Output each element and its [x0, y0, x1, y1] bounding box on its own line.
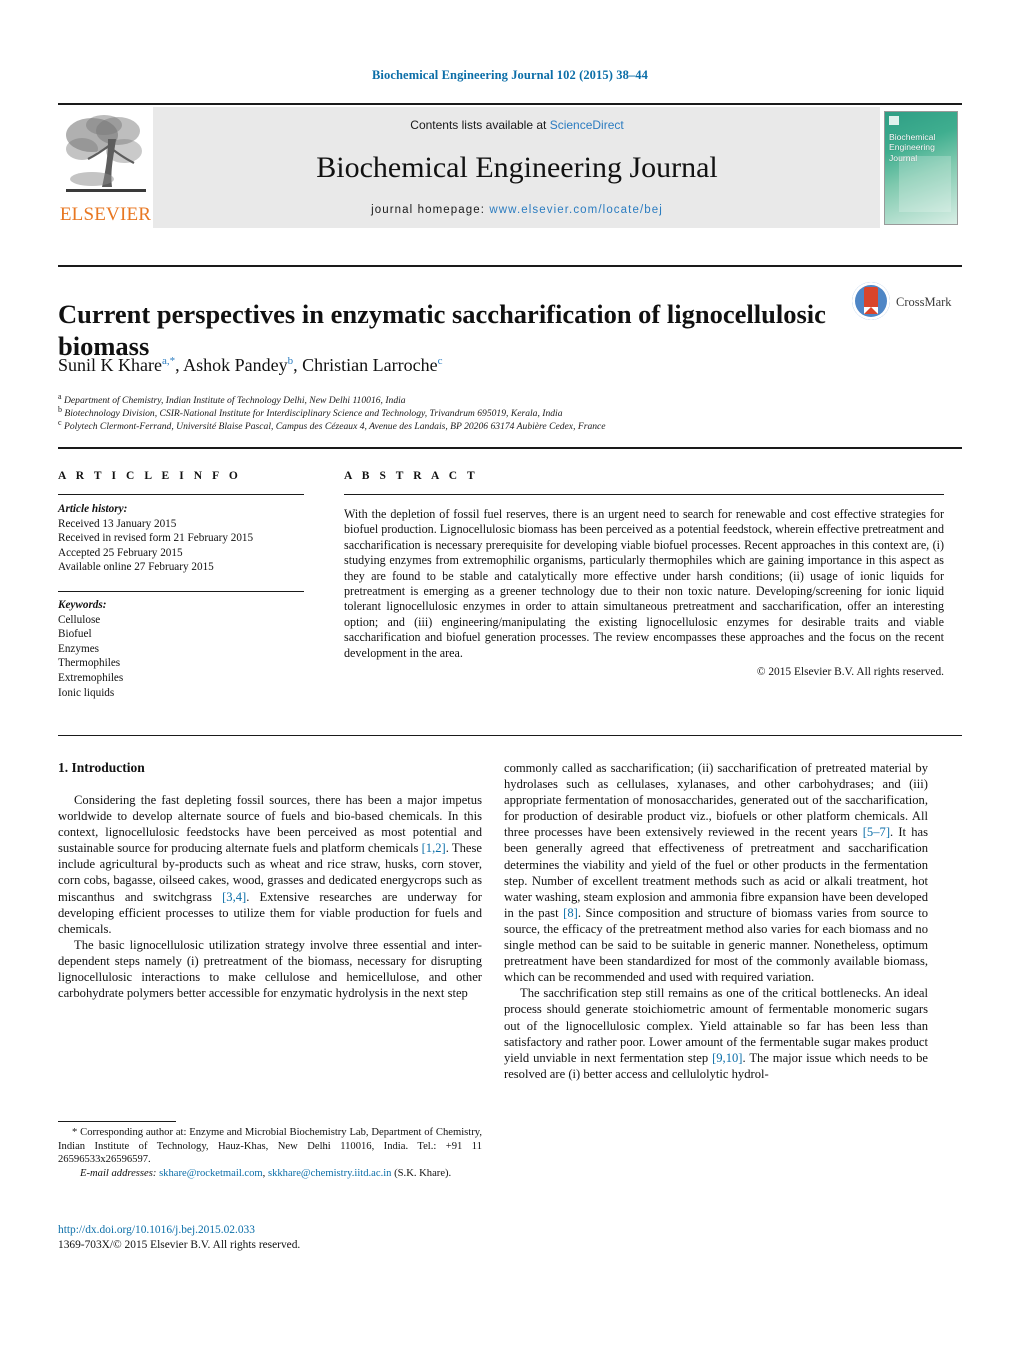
email-link-1[interactable]: skhare@rocketmail.com	[159, 1168, 263, 1179]
keyword-item: Biofuel	[58, 628, 92, 641]
affiliation-mark-a: a	[58, 392, 62, 401]
body-column-right: commonly called as saccharification; (ii…	[504, 760, 928, 1082]
crossmark-badge[interactable]: CrossMark	[852, 282, 956, 322]
contents-available-line: Contents lists available at ScienceDirec…	[154, 118, 880, 132]
abstract-text: With the depletion of fossil fuel reserv…	[344, 507, 944, 660]
footnote-block: * Corresponding author at: Enzyme and Mi…	[58, 1126, 482, 1180]
author-list: Sunil K Kharea,*, Ashok Pandeyb, Christi…	[58, 355, 938, 376]
body-column-left: Considering the fast depleting fossil so…	[58, 792, 482, 1001]
footnote-rule	[58, 1121, 176, 1122]
abstract-body: With the depletion of fossil fuel reserv…	[344, 507, 944, 680]
history-item-revised: Received in revised form 21 February 201…	[58, 532, 254, 545]
citation-link-5-7[interactable]: [5–7]	[863, 825, 890, 839]
article-history-label: Article history:	[58, 503, 128, 515]
paragraph-intro-3: commonly called as saccharification; (ii…	[504, 760, 928, 985]
keyword-item: Cellulose	[58, 613, 101, 626]
affiliation-text-c: Polytech Clermont-Ferrand, Université Bl…	[63, 421, 606, 433]
article-info-heading: A R T I C L E I N F O	[58, 470, 242, 482]
history-item-accepted: Accepted 25 February 2015	[58, 546, 183, 559]
article-history-block: Article history: Received 13 January 201…	[58, 502, 304, 575]
keyword-item: Thermophiles	[58, 657, 121, 670]
elsevier-logo: ELSEVIER	[58, 107, 153, 228]
crossmark-shield-shape	[864, 287, 878, 314]
elsevier-tree-icon	[62, 109, 150, 199]
author-names: Sunil K Kharea,*, Ashok Pandeyb, Christi…	[58, 355, 443, 375]
issn-copyright-line: 1369-703X/© 2015 Elsevier B.V. All right…	[58, 1238, 301, 1251]
journal-masthead: ELSEVIER Contents lists available at Sci…	[58, 103, 962, 228]
cover-title-text: Biochemical Engineering Journal	[889, 131, 936, 163]
citation-link-3-4[interactable]: [3,4]	[222, 890, 246, 904]
citation-link-8[interactable]: [8]	[563, 906, 578, 920]
paragraph-intro-1-part-a: Considering the fast depleting fossil so…	[58, 793, 482, 856]
running-head: Biochemical Engineering Journal 102 (201…	[372, 68, 648, 82]
paragraph-intro-1: Considering the fast depleting fossil so…	[58, 792, 482, 937]
keywords-label: Keywords:	[58, 599, 107, 611]
email-owner: (S.K. Khare).	[394, 1167, 452, 1179]
affiliation-c: c Polytech Clermont-Ferrand, Université …	[58, 416, 948, 434]
history-item-online: Available online 27 February 2015	[58, 561, 214, 574]
section-heading-introduction: 1. Introduction	[58, 760, 145, 775]
cover-panel	[899, 155, 951, 212]
keyword-item: Extremophiles	[58, 671, 124, 684]
homepage-prefix: journal homepage:	[371, 204, 490, 216]
corresponding-author-text: Corresponding author at: Enzyme and Micr…	[58, 1127, 482, 1166]
masthead-center: Contents lists available at ScienceDirec…	[153, 107, 880, 228]
citation-link-9-10[interactable]: [9,10]	[712, 1051, 742, 1065]
keywords-block: Keywords: Cellulose Biofuel Enzymes Ther…	[58, 598, 304, 700]
page-title: Current perspectives in enzymatic saccha…	[58, 298, 826, 361]
keyword-item: Enzymes	[58, 642, 100, 655]
history-item-received: Received 13 January 2015	[58, 517, 177, 530]
email-label: E-mail addresses:	[80, 1167, 157, 1179]
journal-homepage-line: journal homepage: www.elsevier.com/locat…	[154, 204, 880, 216]
corresponding-author-note: * Corresponding author at: Enzyme and Mi…	[58, 1126, 482, 1167]
contents-prefix: Contents lists available at	[410, 118, 550, 132]
abstract-rule	[344, 494, 944, 495]
cover-badge-icon	[889, 115, 899, 125]
title-divider	[58, 265, 962, 267]
citation-link-1-2[interactable]: [1,2]	[422, 841, 446, 855]
email-note: E-mail addresses: skhare@rocketmail.com,…	[80, 1167, 452, 1179]
elsevier-wordmark: ELSEVIER	[59, 204, 152, 225]
doi-link[interactable]: http://dx.doi.org/10.1016/j.bej.2015.02.…	[58, 1223, 498, 1238]
keywords-rule	[58, 591, 304, 592]
keyword-item: Ionic liquids	[58, 686, 115, 699]
affiliation-mark-c: c	[58, 418, 62, 427]
body-divider	[58, 735, 962, 736]
email-link-2[interactable]: skkhare@chemistry.iitd.ac.in	[268, 1168, 392, 1179]
journal-title: Biochemical Engineering Journal	[316, 151, 718, 184]
doi-block: http://dx.doi.org/10.1016/j.bej.2015.02.…	[58, 1223, 498, 1252]
paragraph-intro-4: The sacchrification step still remains a…	[504, 985, 928, 1082]
paragraph-intro-2: The basic lignocellulosic utilization st…	[58, 937, 482, 1001]
sciencedirect-link[interactable]: ScienceDirect	[550, 118, 624, 132]
affiliation-mark-b: b	[58, 405, 62, 414]
journal-cover-thumbnail: Biochemical Engineering Journal	[880, 107, 962, 228]
abstract-copyright: © 2015 Elsevier B.V. All rights reserved…	[756, 666, 944, 679]
crossmark-icon	[852, 282, 890, 320]
abstract-divider	[58, 447, 962, 449]
journal-homepage-link[interactable]: www.elsevier.com/locate/bej	[489, 204, 663, 216]
cover-image: Biochemical Engineering Journal	[884, 110, 958, 225]
article-page: Biochemical Engineering Journal 102 (201…	[0, 0, 1020, 1351]
article-info-rule	[58, 494, 304, 495]
crossmark-label: CrossMark	[896, 295, 952, 309]
abstract-heading: A B S T R A C T	[344, 470, 479, 482]
